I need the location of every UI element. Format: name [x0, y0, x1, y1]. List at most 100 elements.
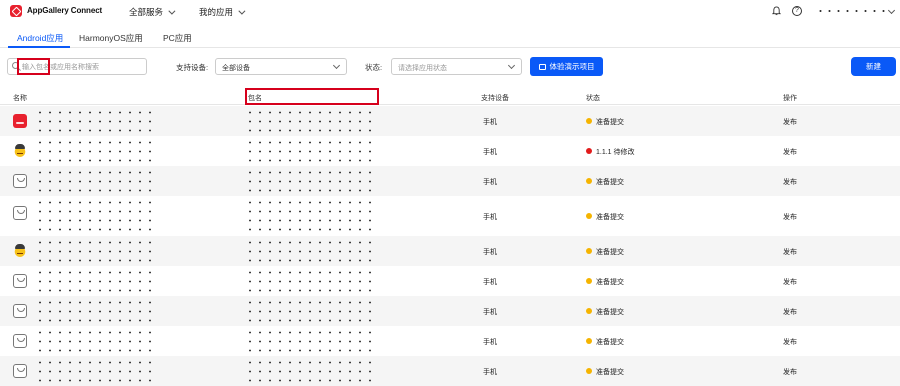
package-name-masked [245, 298, 377, 324]
demo-icon [538, 63, 546, 70]
brand-title[interactable]: AppGallery Connect [27, 6, 102, 15]
package-name-masked [245, 108, 377, 134]
publish-link[interactable]: 发布 [783, 277, 797, 287]
app-name-masked[interactable] [35, 238, 157, 264]
nav-my-apps[interactable]: 我的应用 [199, 6, 246, 18]
device-cell: 手机 [483, 339, 497, 346]
col-status[interactable]: 状态 [586, 93, 600, 103]
nav-my-apps-label: 我的应用 [199, 7, 234, 17]
app-name-masked[interactable] [35, 358, 157, 384]
account-name-masked[interactable] [816, 7, 890, 15]
col-device[interactable]: 支持设备 [481, 93, 509, 103]
table-row[interactable]: 手机 准备提交 发布 [0, 356, 900, 386]
device-cell: 手机 [483, 279, 497, 286]
new-app-button[interactable]: 新建 [851, 57, 896, 76]
table-row[interactable]: 手机 准备提交 发布 [0, 166, 900, 196]
device-select-value: 全部设备 [222, 65, 250, 72]
app-name-masked[interactable] [35, 108, 157, 134]
red-app-icon [13, 114, 27, 128]
status-cell: 准备提交 [596, 179, 624, 186]
status-dot-icon [586, 213, 592, 219]
status-dot-icon [586, 308, 592, 314]
package-name-masked [245, 198, 377, 234]
generic-app-icon [13, 174, 27, 188]
status-dot-icon [586, 248, 592, 254]
top-bar: AppGallery Connect 全部服务 我的应用 ? [0, 0, 900, 24]
generic-app-icon [13, 334, 27, 348]
generic-app-icon [13, 274, 27, 288]
status-cell: 准备提交 [596, 119, 624, 126]
generic-app-icon [13, 304, 27, 318]
publish-link[interactable]: 发布 [783, 337, 797, 347]
status-cell: 准备提交 [596, 369, 624, 376]
device-cell: 手机 [483, 149, 497, 156]
status-dot-icon [586, 118, 592, 124]
tab-android[interactable]: Android应用 [17, 32, 63, 44]
table-row[interactable]: 手机 准备提交 发布 [0, 196, 900, 236]
nav-all-services-label: 全部服务 [129, 7, 164, 17]
chevron-down-icon [238, 7, 246, 15]
platform-tabs: Android应用 HarmonyOS应用 PC应用 [0, 26, 900, 48]
table-row[interactable]: 手机 准备提交 发布 [0, 266, 900, 296]
chevron-down-icon [332, 61, 341, 70]
table-row[interactable]: 手机 准备提交 发布 [0, 296, 900, 326]
tab-harmonyos[interactable]: HarmonyOS应用 [79, 32, 143, 44]
app-name-masked[interactable] [35, 268, 157, 294]
publish-link[interactable]: 发布 [783, 212, 797, 222]
status-dot-icon [586, 338, 592, 344]
package-name-masked [245, 138, 377, 164]
chevron-down-icon [507, 61, 516, 70]
status-cell: 1.1.1 待修改 [596, 149, 635, 156]
device-select[interactable]: 全部设备 [215, 58, 347, 75]
status-cell: 准备提交 [596, 279, 624, 286]
publish-link[interactable]: 发布 [783, 117, 797, 127]
table-row[interactable]: 手机 1.1.1 待修改 发布 [0, 136, 900, 166]
app-name-masked[interactable] [35, 138, 157, 164]
package-name-masked [245, 238, 377, 264]
publish-link[interactable]: 发布 [783, 247, 797, 257]
device-cell: 手机 [483, 309, 497, 316]
appgallery-logo-icon[interactable] [10, 5, 22, 17]
nav-all-services[interactable]: 全部服务 [129, 6, 176, 18]
publish-link[interactable]: 发布 [783, 307, 797, 317]
tab-pc[interactable]: PC应用 [163, 32, 192, 44]
status-cell: 准备提交 [596, 249, 624, 256]
table-row[interactable]: 手机 准备提交 发布 [0, 236, 900, 266]
active-tab-indicator [8, 46, 70, 48]
emoji-app-icon [13, 144, 27, 158]
device-cell: 手机 [483, 179, 497, 186]
package-name-masked [245, 358, 377, 384]
status-select-placeholder: 请选择应用状态 [398, 65, 447, 72]
status-filter-label: 状态: [365, 63, 383, 72]
package-name-masked [245, 268, 377, 294]
app-name-masked[interactable] [35, 328, 157, 354]
status-select[interactable]: 请选择应用状态 [391, 58, 522, 75]
generic-app-icon [13, 364, 27, 378]
status-dot-icon [586, 278, 592, 284]
device-cell: 手机 [483, 369, 497, 376]
status-dot-icon [586, 368, 592, 374]
highlight-box-search [17, 58, 50, 75]
app-name-masked[interactable] [35, 198, 157, 234]
app-name-masked[interactable] [35, 168, 157, 194]
app-name-masked[interactable] [35, 298, 157, 324]
package-name-masked [245, 328, 377, 354]
status-dot-icon [586, 148, 592, 154]
bell-icon[interactable] [772, 6, 781, 16]
col-action[interactable]: 操作 [783, 93, 797, 103]
package-name-masked [245, 168, 377, 194]
col-name[interactable]: 名称 [13, 93, 27, 103]
table-header: 名称 包名 支持设备 状态 操作 [0, 89, 900, 105]
device-filter-label: 支持设备: [176, 63, 209, 72]
table-row[interactable]: 手机 准备提交 发布 [0, 106, 900, 136]
status-cell: 准备提交 [596, 309, 624, 316]
demo-project-button[interactable]: 体验演示项目 [530, 57, 603, 76]
publish-link[interactable]: 发布 [783, 367, 797, 377]
publish-link[interactable]: 发布 [783, 177, 797, 187]
demo-button-label: 体验演示项目 [549, 62, 595, 71]
help-icon[interactable]: ? [792, 6, 802, 16]
emoji-app-icon [13, 244, 27, 258]
status-cell: 准备提交 [596, 339, 624, 346]
table-row[interactable]: 手机 准备提交 发布 [0, 326, 900, 356]
publish-link[interactable]: 发布 [783, 147, 797, 157]
